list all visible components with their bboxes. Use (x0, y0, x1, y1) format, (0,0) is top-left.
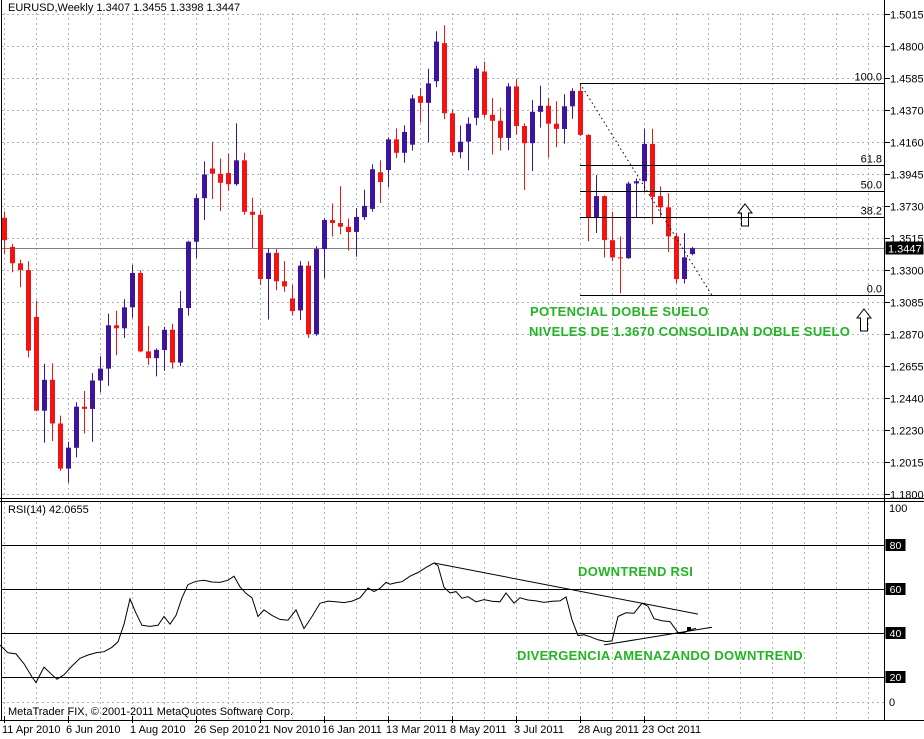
candle-bull (474, 66, 479, 126)
price-tick-label: 1.1800 (890, 490, 924, 502)
candle-bear (34, 300, 39, 412)
date-tick-label: 1 Aug 2010 (130, 724, 186, 736)
rsi-line-marker-dot[interactable] (687, 627, 691, 631)
chart-canvas[interactable]: 1.5015 1.4800 1.4585 1.4370 1.4160 1.3945 1.37… (0, 0, 924, 739)
candle-bear (170, 323, 175, 369)
date-tick-label: 6 Jun 2010 (66, 724, 120, 736)
fib-level-label: 61.8 (861, 154, 882, 166)
annotation-downtrend-rsi[interactable]: DOWNTREND RSI (578, 564, 693, 579)
price-tick-label: 1.4370 (890, 106, 924, 118)
annotation-potencial-doble-suelo[interactable]: POTENCIAL DOBLE SUELO (530, 304, 709, 319)
rsi-level-badge-label: 60 (890, 584, 902, 596)
price-tick-label: 1.4800 (890, 42, 924, 54)
rsi-level-badge-label: 20 (890, 672, 902, 684)
candle-bear (578, 83, 583, 136)
candle-bull (370, 164, 375, 212)
candle-bear (58, 415, 63, 471)
mt4-chart-window: 1.5015 1.4800 1.4585 1.4370 1.4160 1.3945 1.37… (0, 0, 924, 739)
price-tick-label: 1.5015 (890, 10, 924, 22)
candle-bear (258, 210, 263, 285)
fib-level-label: 50.0 (861, 180, 882, 192)
candle-bear (26, 261, 31, 358)
annotation-divergencia[interactable]: DIVERGENCIA AMENAZANDO DOWNTREND (517, 648, 803, 663)
price-tick-label: 1.3300 (890, 266, 924, 278)
date-tick-label: 8 May 2011 (450, 724, 507, 736)
candle-bull (626, 181, 631, 259)
price-tick-label: 1.2870 (890, 330, 924, 342)
price-tick-label: 1.3945 (890, 170, 924, 182)
date-tick-label: 28 Aug 2011 (578, 724, 639, 736)
date-tick-label: 26 Sep 2010 (194, 724, 256, 736)
price-tick-label: 1.2015 (890, 458, 924, 470)
rsi-level-badge-label: 80 (890, 540, 902, 552)
rsi-indicator-label: RSI(14) 42.0655 (8, 504, 89, 516)
candle-bear (138, 270, 143, 353)
rsi-level-badge-label: 40 (890, 628, 902, 640)
annotation-niveles-consolidan[interactable]: NIVELES DE 1.3670 CONSOLIDAN DOBLE SUELO (529, 324, 850, 339)
price-tick-label: 1.2440 (890, 394, 924, 406)
price-tick-label: 1.4585 (890, 74, 924, 86)
date-tick-label: 16 Jan 2011 (322, 724, 382, 736)
fib-level-label: 0.0 (867, 284, 882, 296)
candle-bull (314, 246, 319, 336)
price-tick-label: 1.2655 (890, 362, 924, 374)
copyright-text: MetaTrader FIX, © 2001-2011 MetaQuotes S… (8, 706, 294, 718)
rsi-scale-label: 100 (889, 503, 907, 515)
candle-bear (450, 109, 455, 156)
candle-bull (410, 94, 415, 151)
date-tick-label: 11 Apr 2010 (2, 724, 61, 736)
date-tick-label: 21 Nov 2010 (258, 724, 320, 736)
chart-title: EURUSD,Weekly 1.3407 1.3455 1.3398 1.344… (8, 2, 241, 14)
candle-bear (306, 261, 311, 338)
date-tick-label: 3 Jul 2011 (514, 724, 564, 736)
rsi-scale-label: 0 (889, 697, 895, 709)
price-tick-label: 1.4160 (890, 138, 924, 150)
date-tick-label: 23 Oct 2011 (642, 724, 701, 736)
price-tick-label: 1.2230 (890, 426, 924, 438)
price-tick-label: 1.3085 (890, 298, 924, 310)
date-tick-label: 13 Mar 2011 (386, 724, 447, 736)
candle-bull (186, 240, 191, 316)
current-price-badge-label: 1.3447 (888, 244, 922, 256)
price-tick-label: 1.3730 (890, 202, 924, 214)
fib-level-label: 38.2 (861, 206, 882, 218)
candle-bear (242, 152, 247, 215)
fib-level-label: 100.0 (854, 72, 882, 84)
